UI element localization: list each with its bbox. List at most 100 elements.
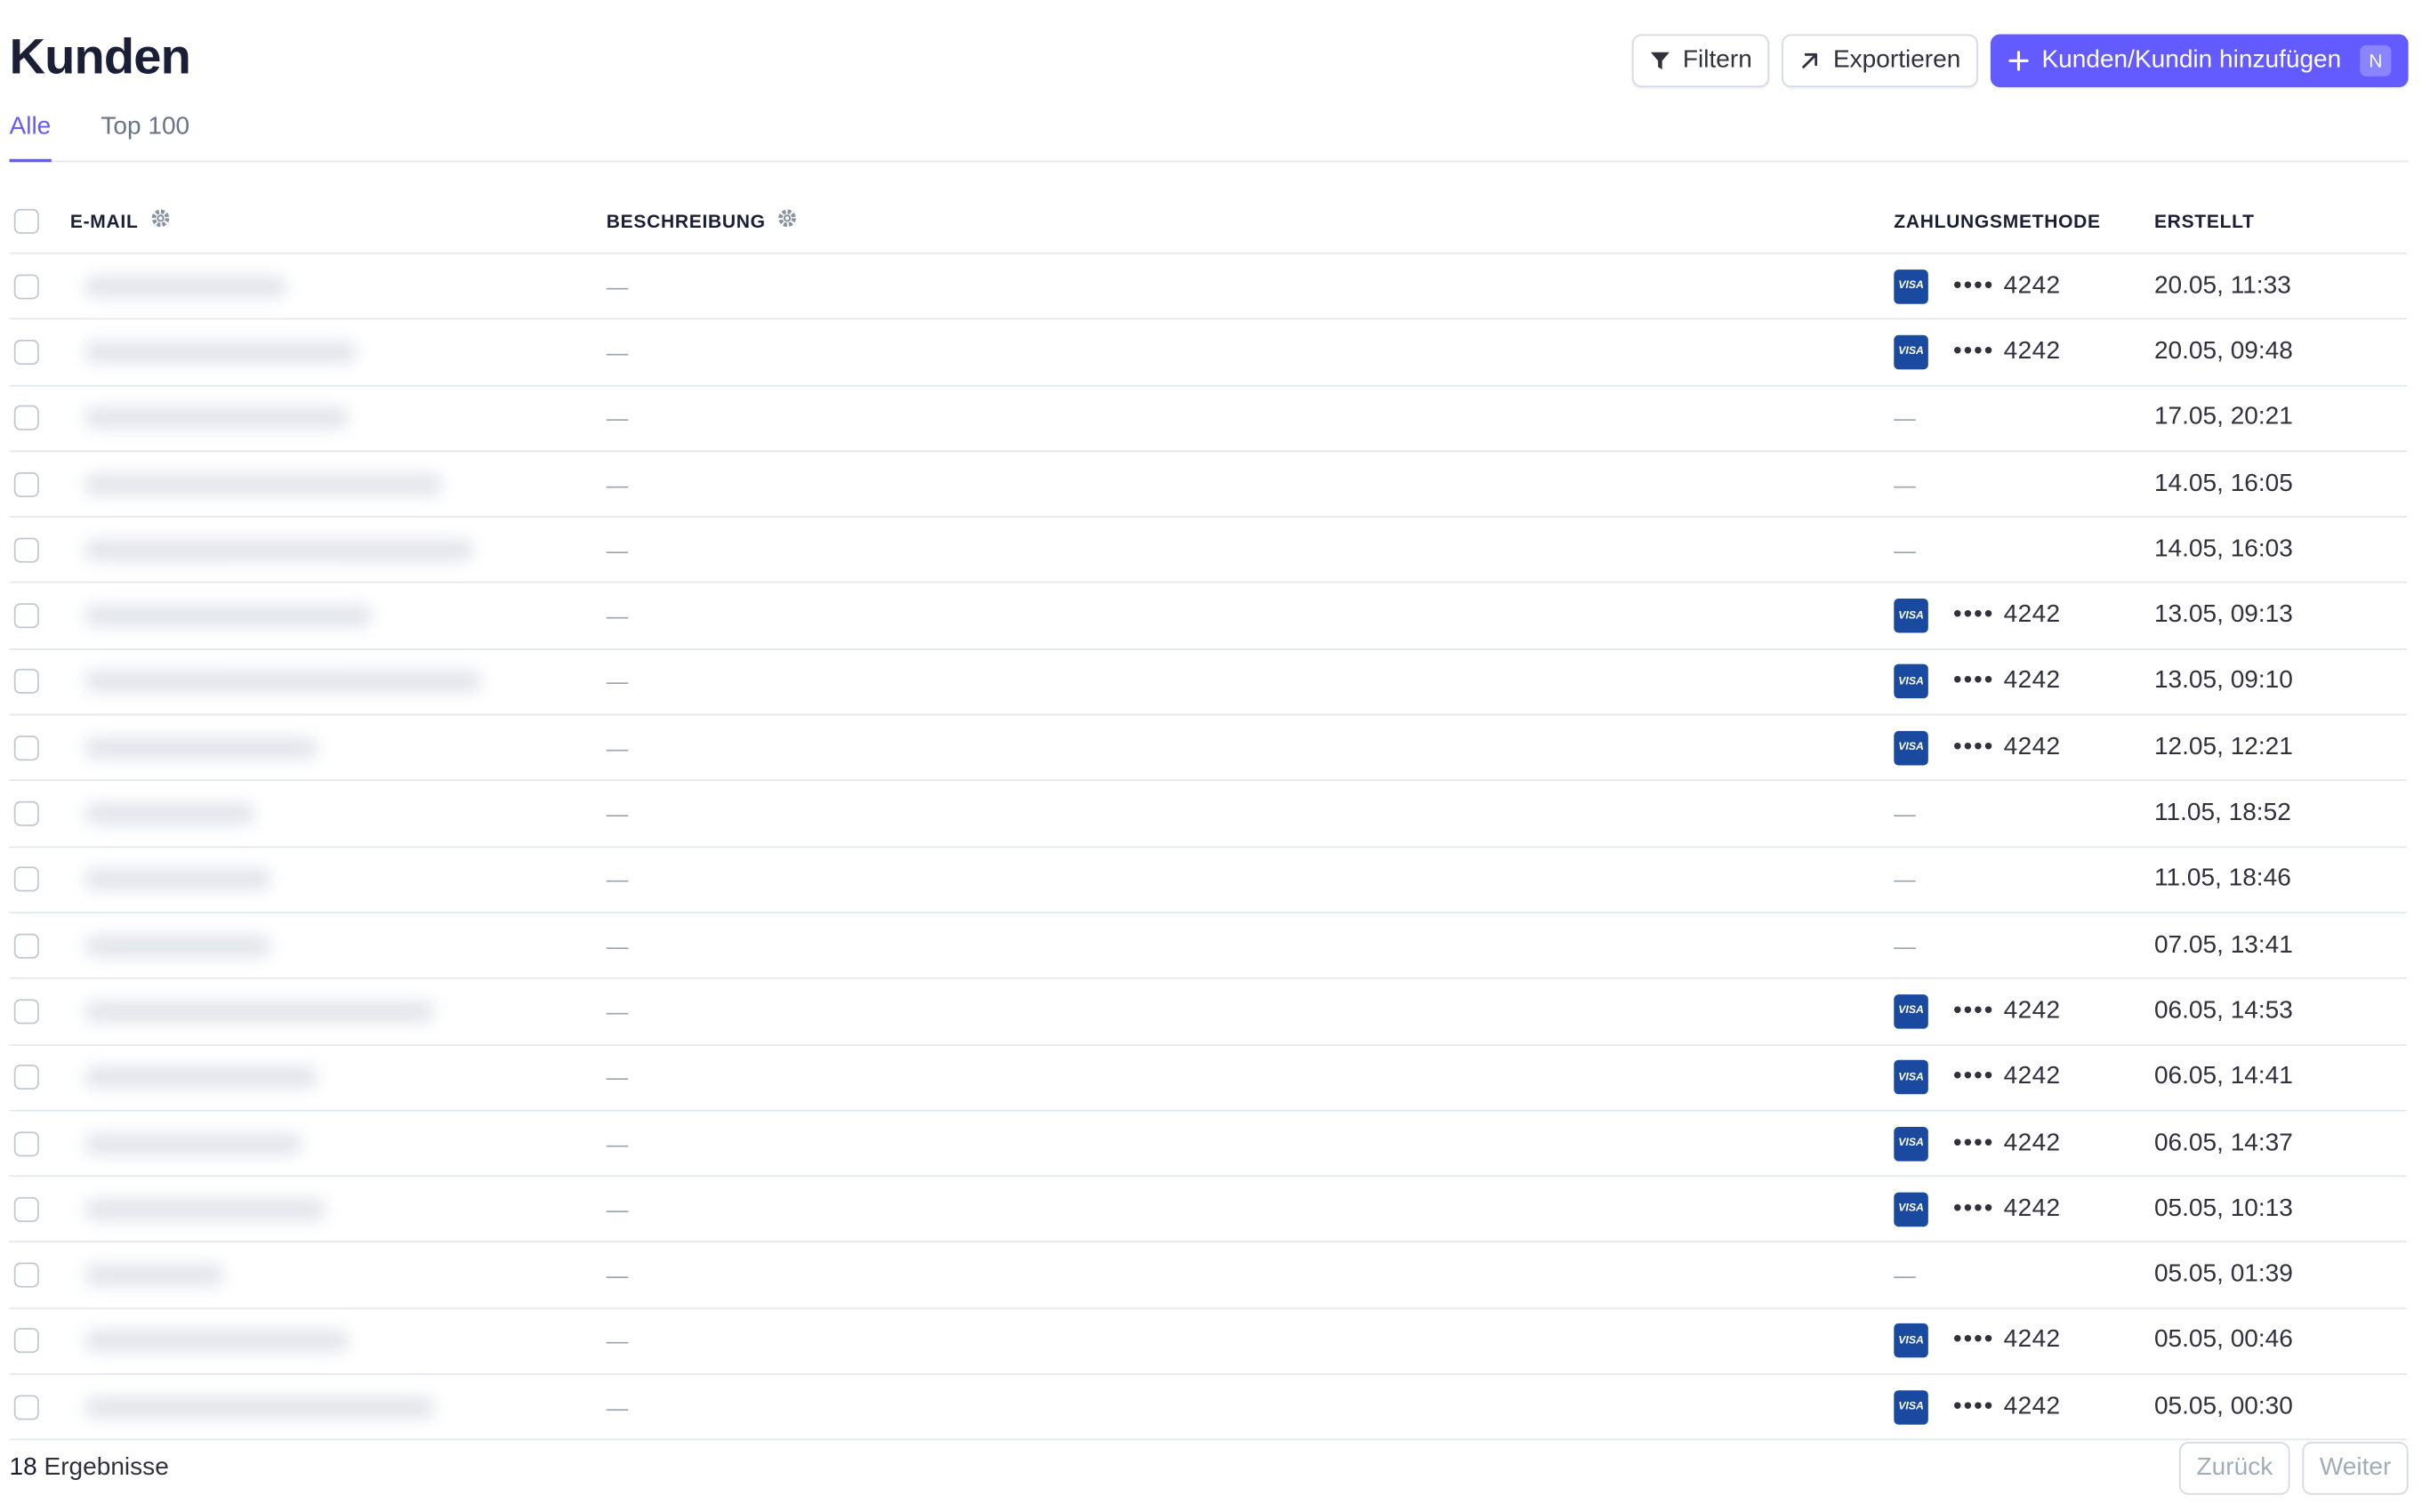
table-row[interactable]: — — 05.05, 01:39 — [9, 1243, 2407, 1309]
card-mask: •••• — [1952, 733, 1995, 760]
row-checkbox[interactable] — [13, 866, 39, 892]
table-row[interactable]: — VISA •••• 4242 05.05, 10:13 — [9, 1177, 2407, 1243]
payment-method-cell: VISA •••• 4242 — [1894, 1060, 2154, 1095]
previous-page-button[interactable]: Zurück — [2179, 1442, 2290, 1495]
row-checkbox[interactable] — [13, 1130, 39, 1156]
filter-button[interactable]: Filtern — [1631, 34, 1770, 88]
row-checkbox[interactable] — [13, 537, 39, 563]
description-cell: — — [606, 1394, 629, 1420]
payment-method-cell: — — [1894, 867, 2154, 892]
table-header: E-MAIL BESCHREIBUNG ZAHLUNGSMETHODE ERST… — [9, 189, 2407, 254]
redacted-email — [84, 868, 271, 891]
table-row[interactable]: — VISA •••• 4242 13.05, 09:13 — [9, 583, 2407, 650]
row-checkbox[interactable] — [13, 406, 39, 431]
add-customer-button[interactable]: Kunden/Kundin hinzufügen N — [1990, 34, 2409, 88]
row-checkbox[interactable] — [13, 669, 39, 695]
table-row[interactable]: — VISA •••• 4242 06.05, 14:53 — [9, 979, 2407, 1046]
gear-icon[interactable] — [776, 207, 799, 234]
card-last4-digits: 4242 — [2003, 338, 2061, 365]
table-row[interactable]: — VISA •••• 4242 06.05, 14:41 — [9, 1045, 2407, 1112]
card-last4-digits: 4242 — [2003, 601, 2061, 629]
table-row[interactable]: — VISA •••• 4242 20.05, 09:48 — [9, 320, 2407, 386]
tab-bar: Alle Top 100 — [9, 109, 2409, 163]
payment-method-cell: — — [1894, 1263, 2154, 1288]
card-last4: •••• 4242 — [1953, 1393, 2061, 1421]
email-cell — [62, 254, 607, 318]
row-checkbox[interactable] — [13, 273, 39, 299]
table-row[interactable]: — — 07.05, 13:41 — [9, 913, 2407, 980]
table-row[interactable]: — — 11.05, 18:52 — [9, 782, 2407, 848]
table-row[interactable]: — — 17.05, 20:21 — [9, 386, 2407, 453]
table-row[interactable]: — VISA •••• 4242 12.05, 12:21 — [9, 716, 2407, 782]
header-actions: Filtern Exportieren Kunden/Kundin hinzuf… — [1631, 34, 2409, 88]
table-row[interactable]: — VISA •••• 4242 05.05, 00:30 — [9, 1375, 2407, 1441]
redacted-email — [84, 605, 373, 627]
export-button[interactable]: Exportieren — [1782, 34, 1978, 88]
row-checkbox[interactable] — [13, 1328, 39, 1354]
redacted-email — [84, 802, 256, 825]
redacted-email — [84, 671, 482, 693]
card-last4-digits: 4242 — [2003, 1393, 2061, 1420]
email-cell — [62, 649, 607, 713]
created-cell: 06.05, 14:37 — [2153, 1129, 2293, 1156]
row-checkbox[interactable] — [13, 603, 39, 629]
created-cell: 06.05, 14:41 — [2153, 1063, 2293, 1090]
email-cell — [62, 1045, 607, 1109]
email-cell — [62, 452, 607, 516]
row-checkbox[interactable] — [13, 1394, 39, 1420]
created-cell: 11.05, 18:46 — [2153, 865, 2291, 892]
tab-top-100[interactable]: Top 100 — [101, 109, 189, 161]
row-checkbox[interactable] — [13, 735, 39, 760]
description-cell: — — [606, 866, 629, 892]
description-cell: — — [606, 471, 629, 497]
card-last4-digits: 4242 — [2003, 667, 2061, 695]
next-page-button[interactable]: Weiter — [2302, 1442, 2409, 1495]
card-mask: •••• — [1952, 997, 1995, 1025]
table-row[interactable]: — VISA •••• 4242 06.05, 14:37 — [9, 1111, 2407, 1178]
card-last4-digits: 4242 — [2003, 1194, 2061, 1222]
card-last4: •••• 4242 — [1953, 1064, 2061, 1092]
redacted-email — [84, 736, 318, 759]
row-checkbox[interactable] — [13, 471, 39, 497]
row-checkbox[interactable] — [13, 1262, 39, 1288]
email-cell — [62, 979, 607, 1043]
page-title: Kunden — [9, 28, 191, 84]
table-row[interactable]: — VISA •••• 4242 05.05, 00:46 — [9, 1309, 2407, 1375]
payment-method-cell: — — [1894, 537, 2154, 562]
description-cell: — — [606, 735, 629, 760]
card-last4: •••• 4242 — [1953, 668, 2061, 696]
row-checkbox[interactable] — [13, 1196, 39, 1222]
row-checkbox[interactable] — [13, 339, 39, 365]
redacted-email — [84, 1395, 435, 1419]
table-row[interactable]: — VISA •••• 4242 20.05, 11:33 — [9, 254, 2407, 320]
table-row[interactable]: — VISA •••• 4242 13.05, 09:10 — [9, 649, 2407, 716]
gear-icon[interactable] — [149, 207, 172, 234]
card-last4: •••• 4242 — [1953, 338, 2061, 366]
visa-icon: VISA — [1894, 269, 1928, 304]
tab-all[interactable]: Alle — [9, 109, 51, 163]
customers-page: Kunden Filtern Exportieren Kunden/Kundin… — [0, 0, 2430, 1512]
visa-icon: VISA — [1894, 1192, 1928, 1226]
select-all-checkbox[interactable] — [13, 207, 39, 233]
table-row[interactable]: — — 14.05, 16:05 — [9, 452, 2407, 519]
redacted-email — [84, 1264, 225, 1286]
table-row[interactable]: — — 11.05, 18:46 — [9, 848, 2407, 913]
arrow-up-right-icon — [1798, 50, 1821, 72]
plus-icon — [2008, 50, 2030, 72]
email-cell — [62, 518, 607, 582]
redacted-email — [84, 1198, 326, 1220]
row-checkbox[interactable] — [13, 1065, 39, 1090]
row-checkbox[interactable] — [13, 933, 39, 959]
description-cell: — — [606, 339, 629, 365]
export-button-label: Exportieren — [1832, 46, 1961, 74]
email-cell — [62, 913, 607, 977]
description-cell: — — [606, 1065, 629, 1090]
table-row[interactable]: — — 14.05, 16:03 — [9, 518, 2407, 584]
created-cell: 13.05, 09:10 — [2153, 667, 2293, 695]
keyboard-shortcut-badge: N — [2360, 44, 2392, 76]
row-checkbox[interactable] — [13, 999, 39, 1025]
redacted-email — [84, 934, 271, 957]
row-checkbox[interactable] — [13, 800, 39, 826]
email-cell — [62, 716, 607, 780]
payment-method-cell: VISA •••• 4242 — [1894, 993, 2154, 1029]
